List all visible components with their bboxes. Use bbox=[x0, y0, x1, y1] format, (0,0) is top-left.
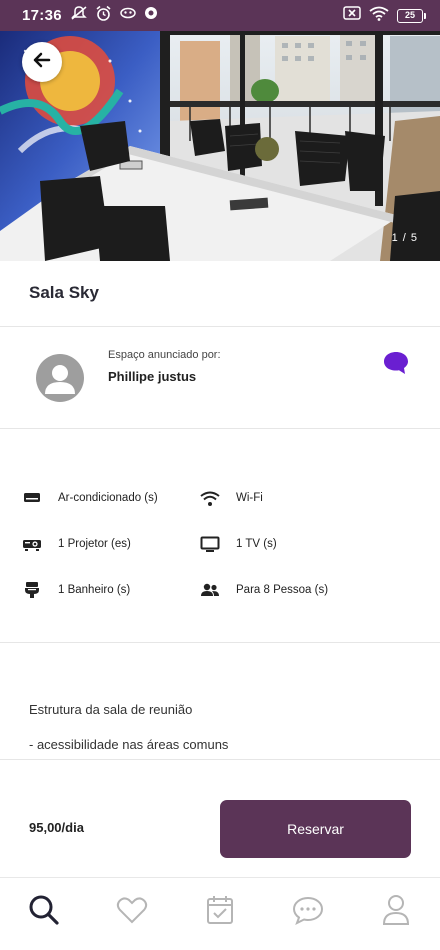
amenity-label: 1 Banheiro (s) bbox=[58, 584, 131, 596]
arrow-left-icon bbox=[32, 50, 52, 75]
amenity-tv: 1 TV (s) bbox=[200, 535, 277, 553]
nav-profile[interactable] bbox=[376, 892, 416, 928]
amenity-capacity: Para 8 Pessoa (s) bbox=[200, 581, 328, 599]
alarm-icon bbox=[95, 5, 112, 27]
user-icon bbox=[382, 895, 410, 925]
amenity-bathroom: 1 Banheiro (s) bbox=[22, 581, 130, 599]
booking-bar: 95,00/dia Reservar bbox=[0, 759, 440, 877]
chat-with-host-button[interactable] bbox=[382, 350, 410, 376]
page-title: Sala Sky bbox=[29, 283, 99, 302]
battery-level: 25 bbox=[397, 8, 423, 23]
people-icon bbox=[200, 581, 220, 599]
amenity-label: 1 TV (s) bbox=[236, 538, 277, 550]
battery-icon: 25 bbox=[397, 8, 426, 23]
status-time: 17:36 bbox=[22, 7, 62, 24]
meeting-room-photo bbox=[0, 31, 440, 261]
sim-off-icon bbox=[343, 6, 361, 25]
nav-reservations[interactable] bbox=[200, 892, 240, 928]
toilet-icon bbox=[22, 581, 42, 599]
description: Estrutura da sala de reunião - acessibil… bbox=[0, 643, 440, 759]
search-icon bbox=[29, 895, 59, 925]
host-name: Phillipe justus bbox=[108, 369, 197, 384]
heart-icon bbox=[116, 897, 148, 924]
amenities-list: Ar-condicionado (s) Wi-Fi 1 Projetor (es… bbox=[0, 429, 440, 643]
app-icon bbox=[144, 6, 158, 25]
price: 95,00/dia bbox=[29, 820, 84, 835]
nav-search[interactable] bbox=[24, 892, 64, 928]
user-placeholder-icon bbox=[45, 365, 75, 394]
status-right-icons: 25 bbox=[343, 6, 426, 26]
hero-photo[interactable]: 1 / 5 bbox=[0, 31, 440, 261]
calendar-check-icon bbox=[207, 896, 233, 924]
back-button[interactable] bbox=[22, 42, 62, 82]
chat-icon bbox=[292, 896, 324, 925]
muted-notifications-icon bbox=[70, 5, 88, 26]
chat-bubble-icon bbox=[384, 352, 408, 374]
image-counter: 1 / 5 bbox=[391, 232, 418, 244]
amenity-wifi: Wi-Fi bbox=[200, 489, 263, 507]
projector-icon bbox=[22, 535, 42, 553]
air-conditioner-icon bbox=[22, 489, 42, 507]
avatar[interactable] bbox=[36, 354, 84, 402]
nav-messages[interactable] bbox=[288, 892, 328, 928]
ghost-app-icon bbox=[119, 6, 137, 25]
wifi-icon bbox=[200, 489, 220, 507]
nav-favorites[interactable] bbox=[112, 892, 152, 928]
wifi-icon bbox=[369, 6, 389, 26]
title-section: Sala Sky bbox=[0, 261, 440, 327]
bottom-navigation bbox=[0, 877, 440, 950]
reserve-button[interactable]: Reservar bbox=[220, 800, 411, 858]
amenity-label: Wi-Fi bbox=[236, 492, 263, 504]
amenity-label: 1 Projetor (es) bbox=[58, 538, 131, 550]
tv-icon bbox=[200, 535, 220, 553]
status-left-icons bbox=[70, 5, 158, 27]
amenity-air-conditioning: Ar-condicionado (s) bbox=[22, 489, 158, 507]
description-heading: Estrutura da sala de reunião bbox=[29, 702, 193, 717]
status-bar: 17:36 25 bbox=[0, 0, 440, 31]
amenity-projector: 1 Projetor (es) bbox=[22, 535, 131, 553]
host-caption: Espaço anunciado por: bbox=[108, 349, 221, 361]
amenity-label: Ar-condicionado (s) bbox=[58, 492, 158, 504]
amenity-label: Para 8 Pessoa (s) bbox=[236, 584, 329, 596]
description-line: - acessibilidade nas áreas comuns bbox=[29, 737, 229, 752]
host-section: Espaço anunciado por: Phillipe justus bbox=[0, 327, 440, 429]
